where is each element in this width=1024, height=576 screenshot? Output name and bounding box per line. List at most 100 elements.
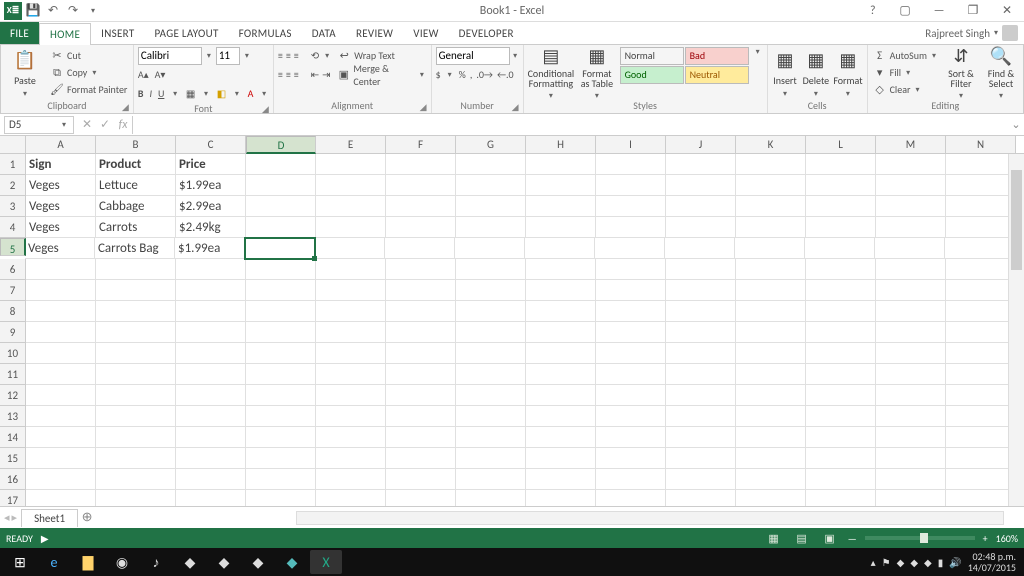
cell-F10[interactable]	[386, 343, 456, 364]
paste-button[interactable]: 📋 Paste ▾	[5, 47, 45, 99]
cell-A7[interactable]	[26, 280, 96, 301]
cell-N16[interactable]	[946, 469, 1016, 490]
cell-K7[interactable]	[736, 280, 806, 301]
cell-B1[interactable]: Product	[96, 154, 176, 175]
cell-E13[interactable]	[316, 406, 386, 427]
cell-I12[interactable]	[596, 385, 666, 406]
zoom-out-button[interactable]: —	[848, 532, 857, 545]
cell-H8[interactable]	[526, 301, 596, 322]
font-size-select[interactable]	[216, 47, 240, 65]
cell-N13[interactable]	[946, 406, 1016, 427]
cell-N2[interactable]	[946, 175, 1016, 196]
view-normal-icon[interactable]: ▦	[764, 530, 784, 546]
cell-A12[interactable]	[26, 385, 96, 406]
align-top-icon[interactable]: ≡	[278, 49, 283, 62]
qat-customize-icon[interactable]: ▾	[84, 2, 102, 20]
cell-J13[interactable]	[666, 406, 736, 427]
font-name-select[interactable]	[138, 47, 202, 65]
cell-C12[interactable]	[176, 385, 246, 406]
cell-L9[interactable]	[806, 322, 876, 343]
cell-L2[interactable]	[806, 175, 876, 196]
restore-button[interactable]: ❐	[956, 0, 990, 22]
ribbon-collapse-icon[interactable]: ▢	[888, 0, 922, 22]
insert-cells-button[interactable]: ▦Insert▾	[772, 47, 799, 99]
tray-network-icon[interactable]: ▮	[938, 556, 944, 569]
macro-record-icon[interactable]: ▶	[41, 532, 49, 545]
format-as-table-button[interactable]: ▦Format as Table▾	[578, 47, 615, 99]
cell-L3[interactable]	[806, 196, 876, 217]
cell-B13[interactable]	[96, 406, 176, 427]
redo-icon[interactable]: ↷	[64, 2, 82, 20]
cell-E17[interactable]	[316, 490, 386, 506]
cell-A15[interactable]	[26, 448, 96, 469]
cell-B5[interactable]: Carrots Bag	[95, 238, 175, 259]
cell-G4[interactable]	[456, 217, 526, 238]
cell-N11[interactable]	[946, 364, 1016, 385]
row-header-1[interactable]: 1	[0, 154, 26, 175]
cell-C10[interactable]	[176, 343, 246, 364]
cell-G15[interactable]	[456, 448, 526, 469]
format-cells-button[interactable]: ▦Format▾	[833, 47, 862, 99]
cell-C17[interactable]	[176, 490, 246, 506]
col-header-K[interactable]: K	[736, 136, 806, 153]
cell-B7[interactable]	[96, 280, 176, 301]
help-icon[interactable]: ?	[870, 4, 888, 18]
cell-M8[interactable]	[876, 301, 946, 322]
percent-format-icon[interactable]: %	[459, 68, 466, 81]
formula-input[interactable]	[132, 116, 1008, 134]
cell-M4[interactable]	[876, 217, 946, 238]
cell-G5[interactable]	[455, 238, 525, 259]
cell-M6[interactable]	[876, 259, 946, 280]
start-button[interactable]: ⊞	[4, 550, 36, 574]
cell-F15[interactable]	[386, 448, 456, 469]
tab-view[interactable]: VIEW	[403, 22, 448, 44]
cell-N8[interactable]	[946, 301, 1016, 322]
cell-I14[interactable]	[596, 427, 666, 448]
enter-formula-icon[interactable]: ✓	[96, 116, 114, 134]
tray-icon-1[interactable]: ◆	[897, 556, 905, 569]
cell-E15[interactable]	[316, 448, 386, 469]
cell-H7[interactable]	[526, 280, 596, 301]
styles-more-icon[interactable]: ▾	[753, 47, 763, 57]
increase-font-icon[interactable]: A▴	[138, 68, 149, 81]
cell-C16[interactable]	[176, 469, 246, 490]
task-app4-icon[interactable]: ◆	[276, 550, 308, 574]
cell-M3[interactable]	[876, 196, 946, 217]
scroll-thumb[interactable]	[1011, 170, 1022, 270]
cell-K4[interactable]	[736, 217, 806, 238]
cell-N3[interactable]	[946, 196, 1016, 217]
cell-J7[interactable]	[666, 280, 736, 301]
cell-A17[interactable]	[26, 490, 96, 506]
save-icon[interactable]: 💾	[24, 2, 42, 20]
cell-F6[interactable]	[386, 259, 456, 280]
cell-L17[interactable]	[806, 490, 876, 506]
sort-filter-button[interactable]: ⇵Sort & Filter▾	[943, 47, 979, 99]
cell-E9[interactable]	[316, 322, 386, 343]
cell-A1[interactable]: Sign	[26, 154, 96, 175]
align-left-icon[interactable]: ≡	[278, 68, 283, 81]
cell-J15[interactable]	[666, 448, 736, 469]
cell-E3[interactable]	[316, 196, 386, 217]
cell-N1[interactable]	[946, 154, 1016, 175]
tray-volume-icon[interactable]: 🔊	[949, 556, 961, 569]
tray-up-icon[interactable]: ▴	[871, 556, 876, 569]
cell-J12[interactable]	[666, 385, 736, 406]
cell-J1[interactable]	[666, 154, 736, 175]
cell-H3[interactable]	[526, 196, 596, 217]
comma-format-icon[interactable]: ,	[470, 68, 473, 81]
cell-D12[interactable]	[246, 385, 316, 406]
cell-D15[interactable]	[246, 448, 316, 469]
cell-E16[interactable]	[316, 469, 386, 490]
cell-C7[interactable]	[176, 280, 246, 301]
tray-flag-icon[interactable]: ⚑	[882, 556, 891, 569]
cell-K1[interactable]	[736, 154, 806, 175]
task-app1-icon[interactable]: ◆	[174, 550, 206, 574]
row-header-11[interactable]: 11	[0, 364, 26, 385]
cell-M9[interactable]	[876, 322, 946, 343]
user-name[interactable]: Rajpreet Singh	[925, 27, 990, 40]
add-sheet-button[interactable]: ⊕	[78, 510, 96, 525]
cell-J2[interactable]	[666, 175, 736, 196]
underline-button[interactable]: U	[158, 87, 164, 100]
cell-D16[interactable]	[246, 469, 316, 490]
row-header-2[interactable]: 2	[0, 175, 26, 196]
